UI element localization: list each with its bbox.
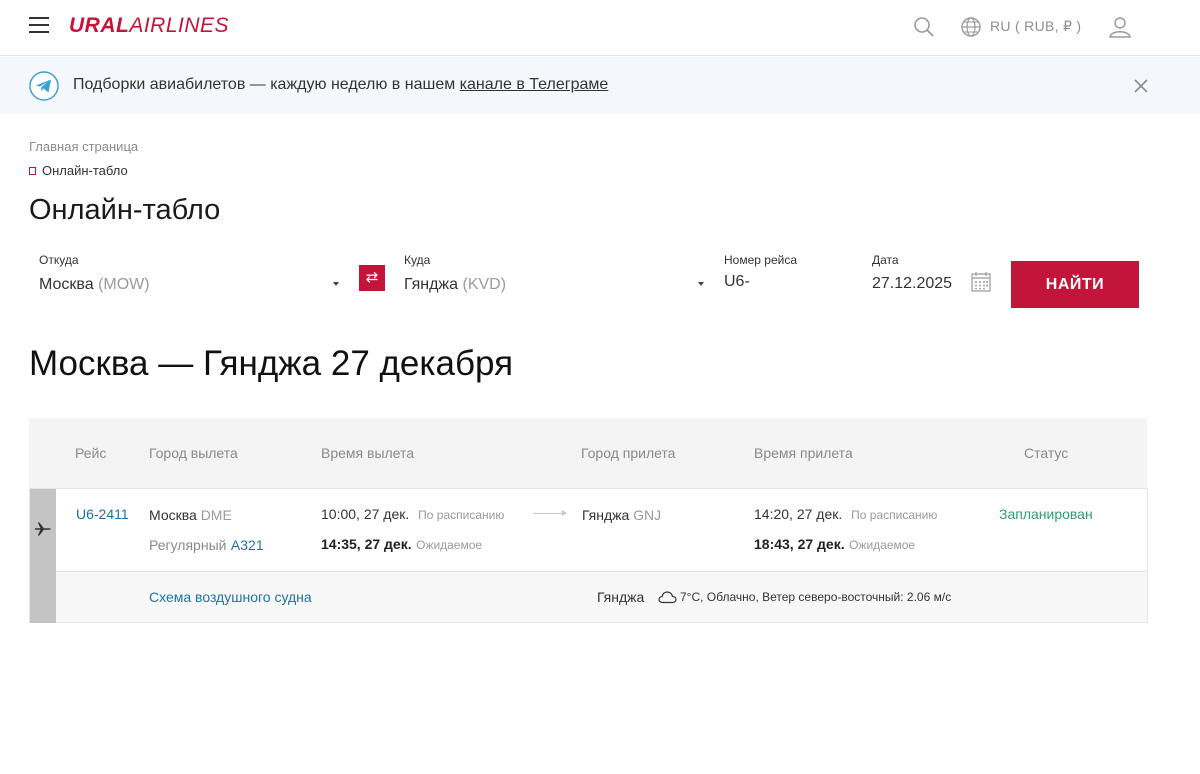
weather-city: Гянджа: [597, 589, 645, 605]
date-label: Дата: [872, 253, 899, 267]
arrival-city: Гянджа GNJ: [582, 507, 662, 523]
banner-text: Подборки авиабилетов — каждую неделю в н…: [73, 76, 609, 93]
date-input[interactable]: 27.12.2025: [872, 275, 952, 293]
breadcrumb-current: Онлайн-табло: [29, 163, 128, 178]
search-icon[interactable]: [912, 15, 936, 39]
plane-icon: [35, 522, 51, 536]
col-status: Статус: [1024, 445, 1069, 461]
ural-airlines-logo[interactable]: URALAIRLINES: [69, 14, 229, 38]
flight-number-label: Номер рейса: [724, 253, 797, 267]
user-icon[interactable]: [1107, 14, 1133, 40]
language-currency-selector[interactable]: RU ( RUB, ₽ ): [990, 18, 1081, 35]
col-departure-time: Время вылета: [321, 445, 415, 461]
from-chevron-down-icon[interactable]: [333, 282, 339, 286]
breadcrumb-marker-icon: [29, 166, 36, 175]
swap-directions-button[interactable]: ⇄: [359, 265, 385, 291]
site-header: URALAIRLINES RU ( RUB, ₽ ): [0, 0, 1200, 56]
globe-icon[interactable]: [959, 15, 983, 39]
flight-number-link[interactable]: U6-2411: [76, 506, 129, 522]
flight-number-input[interactable]: U6-: [724, 273, 750, 291]
status-badge: Запланирован: [999, 506, 1093, 522]
table-header: Рейс Город вылета Время вылета Город при…: [29, 418, 1147, 488]
col-departure-city: Город вылета: [149, 445, 238, 461]
departure-expected: 14:35, 27 дек. Ожидаемое: [321, 536, 483, 552]
col-arrival-time: Время прилета: [754, 445, 853, 461]
seat-map-link[interactable]: Схема воздушного судна: [149, 589, 312, 605]
arrival-expected: 18:43, 27 дек. Ожидаемое: [754, 536, 916, 552]
weather-text: 7°C, Облачно, Ветер северо-восточный: 2.…: [680, 590, 952, 604]
col-arrival-city: Город прилета: [581, 445, 676, 461]
close-icon[interactable]: [1130, 75, 1152, 97]
find-button[interactable]: НАЙТИ: [1011, 261, 1139, 308]
row-side-strip: [30, 489, 56, 623]
route-title: Москва — Гянджа 27 декабря: [29, 344, 514, 383]
arrival-scheduled: 14:20, 27 дек. По расписанию: [754, 506, 938, 522]
telegram-banner: Подборки авиабилетов — каждую неделю в н…: [0, 57, 1200, 114]
to-chevron-down-icon[interactable]: [698, 282, 704, 286]
departure-city: Москва DME: [149, 507, 232, 523]
telegram-channel-link[interactable]: канале в Телеграме: [460, 76, 609, 93]
menu-icon[interactable]: [29, 17, 51, 35]
arrow-right-icon: [533, 510, 567, 516]
cloud-icon: [658, 591, 677, 604]
page-title: Онлайн-табло: [29, 194, 221, 226]
telegram-icon: [29, 71, 59, 101]
col-flight: Рейс: [75, 445, 107, 461]
aircraft-link[interactable]: A321: [231, 537, 264, 553]
table-row: [29, 488, 1148, 572]
departure-scheduled: 10:00, 27 дек. По расписанию: [321, 506, 505, 522]
breadcrumb-home[interactable]: Главная страница: [29, 139, 138, 154]
to-label: Куда: [404, 253, 431, 267]
calendar-icon[interactable]: [971, 271, 991, 292]
to-select[interactable]: Гянджа (KVD): [404, 276, 506, 294]
from-label: Откуда: [39, 253, 79, 267]
from-select[interactable]: Москва (MOW): [39, 276, 150, 294]
service-type: Регулярный A321: [149, 537, 264, 553]
